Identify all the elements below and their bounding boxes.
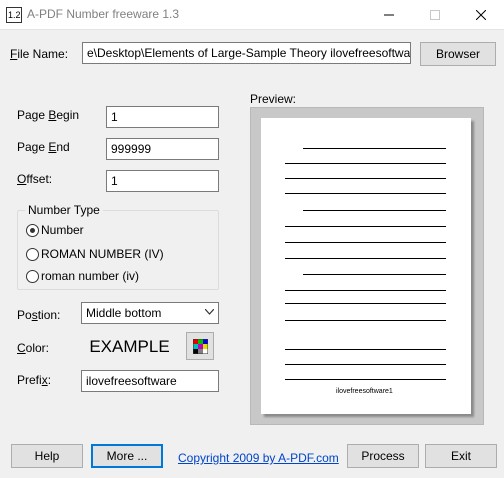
preview-text-line — [285, 242, 446, 243]
more-button[interactable]: More ... — [91, 444, 163, 468]
browse-button[interactable]: Browser — [420, 42, 496, 66]
exit-button[interactable]: Exit — [425, 444, 497, 468]
copyright-link[interactable]: Copyright 2009 by A-PDF.com — [178, 451, 339, 465]
file-name-field[interactable]: e\Desktop\Elements of Large-Sample Theor… — [82, 42, 411, 64]
radio-number-label: Number — [41, 223, 84, 237]
color-picker-button[interactable] — [186, 332, 214, 360]
chevron-down-icon — [205, 309, 214, 315]
radio-roman-upper-label: ROMAN NUMBER (IV) — [41, 247, 164, 261]
minimize-button[interactable] — [366, 0, 412, 30]
app-number-icon: 1.2 — [6, 7, 22, 23]
preview-text-line — [285, 178, 446, 179]
radio-roman-lower-label: roman number (iv) — [41, 269, 140, 283]
preview-text-line — [285, 258, 446, 259]
preview-text-line — [285, 226, 446, 227]
prefix-label: Prefix: — [17, 373, 52, 387]
radio-button — [26, 270, 39, 283]
preview-text-line — [285, 163, 446, 164]
radio-button-selected — [26, 224, 39, 237]
position-label: Postion: — [17, 308, 61, 322]
color-example: EXAMPLE — [89, 337, 170, 356]
offset-label: Offset: — [17, 172, 53, 186]
page-begin-input[interactable]: 1 — [106, 106, 219, 128]
position-select[interactable]: Middle bottom — [81, 302, 219, 324]
svg-text:1.2: 1.2 — [8, 10, 21, 20]
help-button[interactable]: Help — [11, 444, 83, 468]
color-label: Color: — [17, 341, 50, 355]
page-begin-label: Page Begin — [17, 108, 80, 122]
preview-label: Preview: — [250, 92, 297, 106]
preview-text-line — [303, 274, 446, 275]
page-end-input[interactable]: 999999 — [106, 138, 219, 160]
minimize-icon — [384, 14, 394, 16]
file-name-label: File Name: — [10, 47, 69, 61]
page-end-label: Page End — [17, 140, 70, 154]
preview-text-line — [285, 364, 446, 365]
preview-text-line — [285, 349, 446, 350]
preview-text-line — [285, 193, 446, 194]
preview-text-line — [285, 379, 446, 380]
preview-text-line — [303, 210, 446, 211]
process-button[interactable]: Process — [347, 444, 419, 468]
window-title: A-PDF Number freeware 1.3 — [27, 7, 180, 21]
preview-text-line — [303, 148, 446, 149]
radio-button — [26, 248, 39, 261]
maximize-button[interactable] — [412, 0, 458, 30]
title-bar: 1.2 A-PDF Number freeware 1.3 — [0, 0, 504, 30]
position-select-value: Middle bottom — [86, 306, 162, 320]
color-palette-icon — [193, 339, 208, 354]
offset-input[interactable]: 1 — [106, 170, 219, 192]
close-button[interactable] — [458, 0, 504, 30]
preview-text-line — [285, 320, 446, 321]
close-icon — [476, 10, 486, 20]
preview-page-number: ilovefreesoftware1 — [336, 388, 393, 395]
preview-text-line — [285, 290, 446, 291]
prefix-input[interactable]: ilovefreesoftware — [81, 370, 219, 392]
preview-text-line — [285, 303, 446, 304]
number-type-title: Number Type — [25, 203, 103, 217]
maximize-icon — [430, 10, 440, 20]
